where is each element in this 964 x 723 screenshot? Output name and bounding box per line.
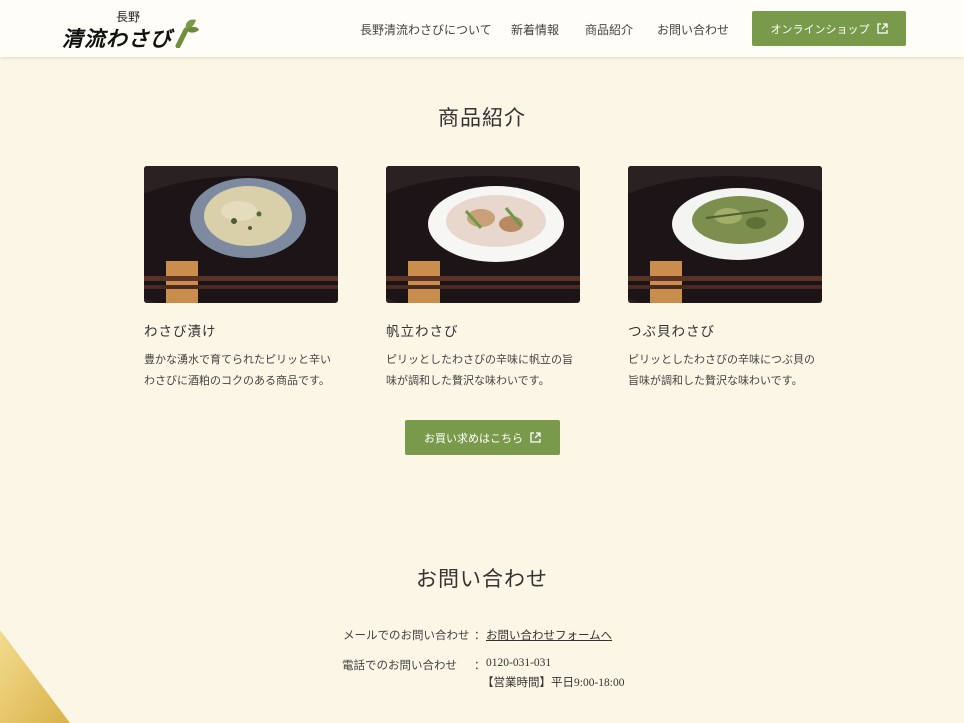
external-link-icon xyxy=(876,23,888,34)
product-photo xyxy=(144,166,338,303)
contact-title: お問い合わせ xyxy=(416,567,548,591)
product-description: 豊かな湧水で育てられたピリッと辛い わさびに酒粕のコクのある商品です。 xyxy=(144,353,331,387)
product-photo xyxy=(386,166,580,303)
contact-form-link[interactable]: お問い合わせフォームへ xyxy=(486,627,612,643)
logo-main-text: 清流わさび xyxy=(62,26,172,51)
products-title: 商品紹介 xyxy=(438,106,526,130)
product-card: 帆立わさび ピリッとしたわさびの辛味に帆立の旨 味が調和した贅沢な味わいです。 xyxy=(386,166,580,391)
nav-about[interactable]: 長野清流わさびについて xyxy=(360,21,492,38)
product-description: ピリッとしたわさびの辛味に帆立の旨 味が調和した贅沢な味わいです。 xyxy=(386,353,573,387)
site-header: 長野 清流わさび 長野清流わさびについて 新着情報 商品紹介 お問い合わせ オン… xyxy=(0,0,964,57)
product-name: わさび漬け xyxy=(144,324,217,340)
mail-contact-label: メールでのお問い合わせ xyxy=(343,628,470,642)
decorative-corner-shape xyxy=(0,630,70,723)
wasabi-icon xyxy=(175,19,199,48)
product-card: つぶ貝わさび ピリッとしたわさびの辛味につぶ貝の 旨味が調和した贅沢な味わいです… xyxy=(628,166,822,391)
product-name: 帆立わさび xyxy=(386,324,459,340)
colon-separator: ： xyxy=(474,658,486,672)
nav-news[interactable]: 新着情報 xyxy=(511,21,559,38)
buy-button[interactable]: お買い求めはこちら xyxy=(405,420,560,455)
external-link-icon xyxy=(530,432,541,443)
buy-button-label: お買い求めはこちら xyxy=(424,431,523,445)
nav-products[interactable]: 商品紹介 xyxy=(585,21,633,38)
product-name: つぶ貝わさび xyxy=(628,324,715,340)
phone-number: 0120-031-031 xyxy=(486,657,552,669)
product-card: わさび漬け 豊かな湧水で育てられたピリッと辛い わさびに酒粕のコクのある商品です… xyxy=(144,166,338,391)
colon-separator: ： xyxy=(474,628,486,642)
product-description: ピリッとしたわさびの辛味につぶ貝の 旨味が調和した贅沢な味わいです。 xyxy=(628,353,815,387)
site-logo[interactable]: 長野 清流わさび xyxy=(62,6,202,51)
nav-contact[interactable]: お問い合わせ xyxy=(657,21,729,38)
online-shop-label: オンラインショップ xyxy=(770,22,870,36)
phone-contact-label: 電話でのお問い合わせ xyxy=(342,658,457,672)
product-photo xyxy=(628,166,822,303)
business-hours: 【営業時間】平日9:00-18:00 xyxy=(482,677,625,689)
online-shop-button[interactable]: オンラインショップ xyxy=(752,11,906,46)
